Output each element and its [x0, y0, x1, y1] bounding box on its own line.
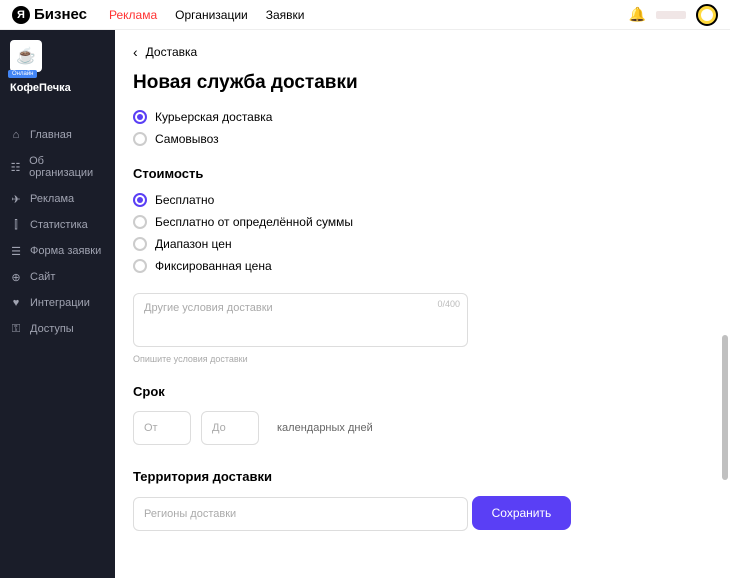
bell-icon[interactable]: 🔔 — [629, 6, 646, 23]
main-content: ‹ Доставка Новая служба доставки Курьерс… — [115, 0, 730, 578]
sidebar-item-form[interactable]: ☰ Форма заявки — [0, 238, 115, 264]
company-block[interactable]: ☕ Онлайн КофеПечка — [0, 30, 115, 104]
sidebar-item-label: Форма заявки — [30, 245, 101, 257]
sidebar-item-label: Статистика — [30, 219, 88, 231]
user-name-placeholder — [656, 11, 686, 19]
page-title: Новая служба доставки — [133, 72, 712, 94]
sidebar-item-label: Об организации — [29, 155, 105, 179]
sidebar-item-integrations[interactable]: ♥ Интеграции — [0, 290, 115, 316]
nav-tab-orgs[interactable]: Организации — [175, 8, 248, 22]
sidebar-item-access[interactable]: ⚿ Доступы — [0, 316, 115, 342]
cost-title: Стоимость — [133, 166, 712, 181]
stats-icon: ⫿ — [10, 219, 22, 231]
logo-text: Бизнес — [34, 6, 87, 23]
nav-tab-requests[interactable]: Заявки — [266, 8, 305, 22]
char-count: 0/400 — [437, 299, 460, 309]
radio-label: Курьерская доставка — [155, 110, 272, 124]
radio-label: Фиксированная цена — [155, 259, 272, 273]
company-badge: Онлайн — [8, 70, 37, 78]
header: Я Бизнес Реклама Организации Заявки 🔔 — [0, 0, 730, 30]
radio-label: Диапазон цен — [155, 237, 232, 251]
integrations-icon: ♥ — [10, 297, 22, 309]
period-from-input[interactable] — [133, 411, 191, 445]
scrollbar-thumb[interactable] — [722, 335, 728, 480]
sidebar-item-label: Интеграции — [30, 297, 90, 309]
sidebar-menu: ⌂ Главная ☷ Об организации ✈ Реклама ⫿ С… — [0, 122, 115, 342]
sidebar-item-label: Доступы — [30, 323, 74, 335]
period-to-input[interactable] — [201, 411, 259, 445]
sidebar: ☕ Онлайн КофеПечка ⌂ Главная ☷ Об органи… — [0, 0, 115, 578]
radio-label: Бесплатно — [155, 193, 214, 207]
back-chevron-icon[interactable]: ‹ — [133, 44, 138, 60]
cost-group: Бесплатно Бесплатно от определённой сумм… — [133, 193, 712, 273]
conditions-wrap: 0/400 — [133, 293, 468, 350]
company-name: КофеПечка — [10, 82, 105, 94]
period-title: Срок — [133, 384, 712, 399]
breadcrumb-label: Доставка — [146, 45, 198, 59]
logo[interactable]: Я Бизнес — [12, 6, 87, 24]
breadcrumb: ‹ Доставка — [133, 44, 712, 60]
territory-input[interactable] — [133, 497, 468, 531]
avatar[interactable] — [696, 4, 718, 26]
period-row: календарных дней — [133, 411, 712, 445]
radio-icon — [133, 193, 147, 207]
radio-courier[interactable]: Курьерская доставка — [133, 110, 712, 124]
radio-free-from[interactable]: Бесплатно от определённой суммы — [133, 215, 712, 229]
ads-icon: ✈ — [10, 193, 22, 205]
radio-pickup[interactable]: Самовывоз — [133, 132, 712, 146]
delivery-type-group: Курьерская доставка Самовывоз — [133, 110, 712, 146]
sidebar-item-home[interactable]: ⌂ Главная — [0, 122, 115, 148]
radio-icon — [133, 237, 147, 251]
territory-title: Территория доставки — [133, 469, 712, 484]
conditions-textarea[interactable] — [133, 293, 468, 347]
home-icon: ⌂ — [10, 129, 22, 141]
nav-tabs: Реклама Организации Заявки — [109, 8, 304, 22]
about-icon: ☷ — [10, 161, 21, 173]
sidebar-item-ads[interactable]: ✈ Реклама — [0, 186, 115, 212]
form-icon: ☰ — [10, 245, 22, 257]
access-icon: ⚿ — [10, 323, 22, 335]
radio-icon — [133, 259, 147, 273]
radio-icon — [133, 215, 147, 229]
sidebar-item-label: Главная — [30, 129, 72, 141]
header-right: 🔔 — [629, 4, 718, 26]
sidebar-item-stats[interactable]: ⫿ Статистика — [0, 212, 115, 238]
sidebar-item-label: Реклама — [30, 193, 74, 205]
logo-ya-icon: Я — [12, 6, 30, 24]
sidebar-item-label: Сайт — [30, 271, 55, 283]
radio-label: Бесплатно от определённой суммы — [155, 215, 353, 229]
nav-tab-ads[interactable]: Реклама — [109, 8, 157, 22]
sidebar-item-site[interactable]: ⊕ Сайт — [0, 264, 115, 290]
conditions-hint: Опишите условия доставки — [133, 354, 712, 364]
radio-label: Самовывоз — [155, 132, 219, 146]
period-unit-label: календарных дней — [277, 422, 373, 434]
site-icon: ⊕ — [10, 271, 22, 283]
sidebar-item-about[interactable]: ☷ Об организации — [0, 148, 115, 186]
radio-range[interactable]: Диапазон цен — [133, 237, 712, 251]
radio-free[interactable]: Бесплатно — [133, 193, 712, 207]
save-button[interactable]: Сохранить — [472, 496, 572, 530]
radio-fixed[interactable]: Фиксированная цена — [133, 259, 712, 273]
company-logo: ☕ Онлайн — [10, 40, 42, 72]
radio-icon — [133, 110, 147, 124]
radio-icon — [133, 132, 147, 146]
